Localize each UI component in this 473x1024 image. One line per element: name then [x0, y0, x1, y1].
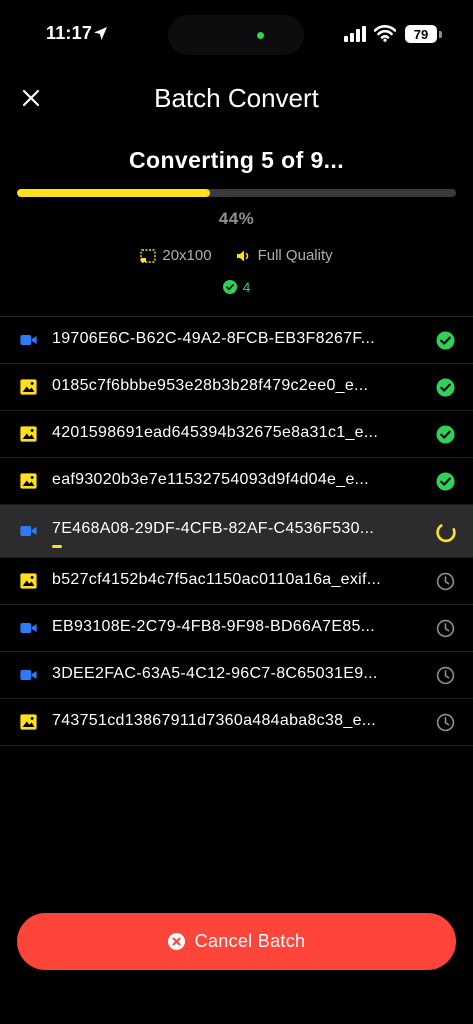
- progress-percent: 44%: [218, 209, 255, 228]
- nav-bar: Batch Convert: [0, 75, 473, 120]
- file-row[interactable]: 19706E6C-B62C-49A2-8FCB-EB3F8267F...: [0, 317, 473, 364]
- file-name: 3DEE2FAC-63A5-4C12-96C7-8C65031E9...: [52, 665, 378, 682]
- loading-spinner-icon: [436, 524, 456, 543]
- file-name: 7E468A08-29DF-4CFB-82AF-C4536F530...: [52, 520, 375, 537]
- file-name: b527cf4152b4c7f5ac1150ac0110a16a_exif...: [52, 571, 382, 588]
- check-circle-icon: [436, 331, 455, 350]
- image-icon: [20, 714, 37, 730]
- file-row[interactable]: b527cf4152b4c7f5ac1150ac0110a16a_exif...: [0, 558, 473, 605]
- wifi-icon: [374, 25, 396, 42]
- file-name: EB93108E-2C79-4FB8-9F98-BD66A7E85...: [52, 618, 375, 635]
- file-row[interactable]: 3DEE2FAC-63A5-4C12-96C7-8C65031E9...: [0, 652, 473, 699]
- file-name: 19706E6C-B62C-49A2-8FCB-EB3F8267F...: [52, 330, 375, 347]
- completed-count: 4: [0, 279, 473, 295]
- page-title: Batch Convert: [154, 83, 319, 113]
- quality-label: Full Quality: [257, 247, 333, 264]
- location-arrow-icon: [94, 27, 107, 40]
- file-row[interactable]: EB93108E-2C79-4FB8-9F98-BD66A7E85...: [0, 605, 473, 652]
- file-progress-bar: [52, 545, 62, 548]
- cancel-batch-button[interactable]: Cancel Batch: [17, 913, 456, 970]
- resolution-icon: [140, 248, 157, 263]
- file-row[interactable]: 743751cd13867911d7360a484aba8c38_e...: [0, 699, 473, 746]
- camera-indicator-dot: [257, 32, 264, 39]
- file-row[interactable]: 4201598691ead645394b32675e8a31c1_e...: [0, 411, 473, 458]
- video-camera-icon: [20, 623, 37, 633]
- check-circle-icon: [436, 472, 455, 491]
- status-bar: 11:17 79: [0, 0, 473, 60]
- image-icon: [20, 426, 37, 442]
- battery-nub: [439, 31, 442, 38]
- video-camera-icon: [20, 670, 37, 680]
- overall-progress-fill: [17, 189, 211, 197]
- speaker-icon: [236, 250, 248, 261]
- clock-icon: [436, 572, 455, 591]
- check-circle-icon: [436, 425, 455, 444]
- file-name: 0185c7f6bbbe953e28b3b28f479c2ee0_e...: [52, 377, 369, 394]
- image-icon: [20, 379, 37, 395]
- file-row[interactable]: eaf93020b3e7e11532754093d9f4d04e_e...: [0, 458, 473, 505]
- overall-progress-bar: [17, 189, 456, 197]
- cellular-signal-icon: [344, 26, 366, 42]
- video-camera-icon: [20, 335, 37, 345]
- resolution-label: 20x100: [162, 247, 212, 264]
- image-icon: [20, 473, 37, 489]
- battery-indicator: 79: [405, 25, 437, 43]
- conversion-settings: 20x100 Full Quality: [0, 247, 473, 264]
- cancel-circle-icon: [167, 933, 185, 950]
- progress-title: Converting 5 of 9...: [128, 147, 345, 173]
- clock-icon: [436, 666, 455, 685]
- check-circle-icon: [222, 280, 237, 294]
- clock-icon: [436, 619, 455, 638]
- status-time: 11:17: [46, 23, 93, 43]
- completed-count-label: 4: [242, 279, 251, 295]
- video-camera-icon: [20, 526, 37, 536]
- check-circle-icon: [436, 378, 455, 397]
- clock-icon: [436, 713, 455, 732]
- image-icon: [20, 573, 37, 589]
- cancel-batch-label: Cancel Batch: [194, 931, 306, 951]
- file-name: 743751cd13867911d7360a484aba8c38_e...: [52, 712, 376, 729]
- dynamic-island: [168, 15, 304, 55]
- file-name: eaf93020b3e7e11532754093d9f4d04e_e...: [52, 471, 369, 488]
- file-name: 4201598691ead645394b32675e8a31c1_e...: [52, 424, 379, 441]
- file-row[interactable]: 0185c7f6bbbe953e28b3b28f479c2ee0_e...: [0, 364, 473, 411]
- file-row[interactable]: 7E468A08-29DF-4CFB-82AF-C4536F530...: [0, 505, 473, 558]
- file-list: 19706E6C-B62C-49A2-8FCB-EB3F8267F... 0185…: [0, 317, 473, 746]
